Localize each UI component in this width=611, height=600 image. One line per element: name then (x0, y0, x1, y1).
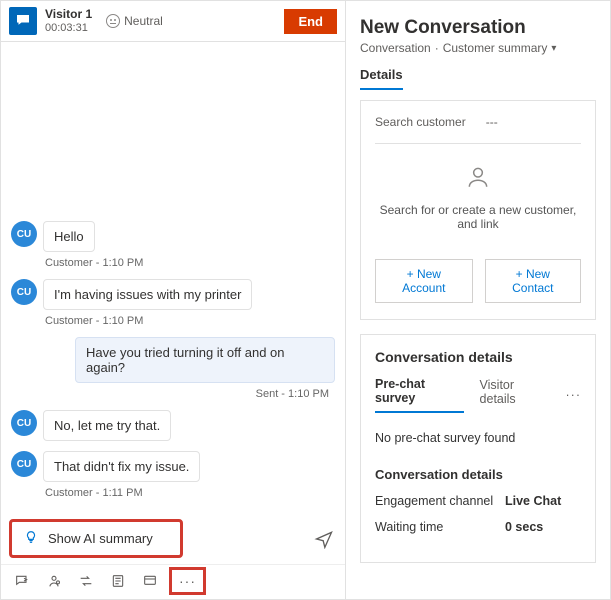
visitor-info: Visitor 1 00:03:31 (45, 7, 92, 35)
end-button[interactable]: End (284, 9, 337, 34)
tab-visitor-details[interactable]: Visitor details (480, 378, 550, 412)
conversation-details-section-title: Conversation details (375, 467, 581, 482)
send-button[interactable] (313, 528, 335, 550)
message-meta: Sent - 1:10 PM (11, 388, 329, 400)
conversation-details-title: Conversation details (375, 349, 581, 365)
message-row: CU I'm having issues with my printer (11, 279, 335, 310)
transfer-icon[interactable] (77, 572, 95, 590)
chat-toolbar: ··· (1, 564, 345, 599)
message-bubble-incoming: No, let me try that. (43, 410, 171, 441)
side-panel: New Conversation Conversation · Customer… (346, 1, 610, 599)
customer-avatar: CU (11, 279, 37, 305)
sentiment-label: Neutral (124, 14, 163, 28)
breadcrumb[interactable]: Conversation · Customer summary ▾ (360, 41, 596, 55)
kv-row: Engagement channel Live Chat (375, 494, 581, 508)
chat-channel-icon (9, 7, 37, 35)
search-customer-label: Search customer (375, 115, 466, 129)
search-customer-value: --- (486, 115, 498, 129)
knowledge-icon[interactable] (141, 572, 159, 590)
breadcrumb-conversation: Conversation (360, 41, 431, 55)
quick-replies-icon[interactable] (13, 572, 31, 590)
conversation-details-card: Conversation details Pre-chat survey Vis… (360, 334, 596, 563)
app-root: Visitor 1 00:03:31 Neutral End CU Hello … (0, 0, 611, 600)
message-bubble-incoming: Hello (43, 221, 95, 252)
kv-key: Engagement channel (375, 494, 505, 508)
chevron-down-icon: ▾ (551, 43, 556, 54)
message-row: CU That didn't fix my issue. (11, 451, 335, 482)
kv-row: Waiting time 0 secs (375, 520, 581, 534)
show-ai-summary-button[interactable]: Show AI summary (11, 521, 181, 556)
chat-header: Visitor 1 00:03:31 Neutral End (1, 1, 345, 42)
kv-value: Live Chat (505, 494, 561, 508)
page-title: New Conversation (360, 17, 596, 39)
customer-avatar: CU (11, 221, 37, 247)
ai-summary-label: Show AI summary (48, 531, 153, 546)
customer-card: Search customer --- Search for or create… (360, 100, 596, 320)
ai-summary-bar: Show AI summary (1, 513, 345, 564)
kv-key: Waiting time (375, 520, 505, 534)
breadcrumb-customer-summary: Customer summary (443, 41, 548, 55)
person-icon (465, 164, 491, 193)
message-bubble-incoming: I'm having issues with my printer (43, 279, 252, 310)
kv-value: 0 secs (505, 520, 543, 534)
new-account-button[interactable]: + New Account (375, 259, 473, 303)
visitor-name: Visitor 1 (45, 7, 92, 21)
chat-transcript: CU Hello Customer - 1:10 PM CU I'm havin… (1, 42, 345, 513)
lightbulb-icon (24, 530, 38, 547)
message-meta: Customer - 1:10 PM (45, 257, 335, 269)
consult-agent-icon[interactable] (45, 572, 63, 590)
message-bubble-incoming: That didn't fix my issue. (43, 451, 200, 482)
message-row: CU No, let me try that. (11, 410, 335, 441)
create-customer-buttons: + New Account + New Contact (375, 259, 581, 303)
message-meta: Customer - 1:11 PM (45, 487, 335, 499)
conversation-details-tabs: Pre-chat survey Visitor details ··· (375, 377, 581, 413)
customer-avatar: CU (11, 410, 37, 436)
sentiment-indicator: Neutral (106, 14, 163, 28)
customer-hint: Search for or create a new customer, and… (375, 203, 581, 231)
message-bubble-outgoing: Have you tried turning it off and on aga… (75, 337, 335, 383)
neutral-face-icon (106, 14, 120, 28)
more-actions-button[interactable]: ··· (173, 571, 202, 591)
tab-prechat-survey[interactable]: Pre-chat survey (375, 377, 464, 413)
new-contact-button[interactable]: + New Contact (485, 259, 581, 303)
search-customer-row[interactable]: Search customer --- (375, 115, 581, 144)
conversation-details-more[interactable]: ··· (566, 388, 582, 402)
customer-empty-state: Search for or create a new customer, and… (375, 164, 581, 303)
transcript-spacer (11, 50, 335, 221)
prechat-empty-message: No pre-chat survey found (375, 431, 581, 445)
chat-panel: Visitor 1 00:03:31 Neutral End CU Hello … (1, 1, 346, 599)
message-row: CU Hello (11, 221, 335, 252)
session-timer: 00:03:31 (45, 21, 92, 35)
message-row: Have you tried turning it off and on aga… (11, 337, 335, 383)
message-meta: Customer - 1:10 PM (45, 315, 335, 327)
notes-icon[interactable] (109, 572, 127, 590)
tab-details[interactable]: Details (360, 67, 403, 90)
customer-avatar: CU (11, 451, 37, 477)
